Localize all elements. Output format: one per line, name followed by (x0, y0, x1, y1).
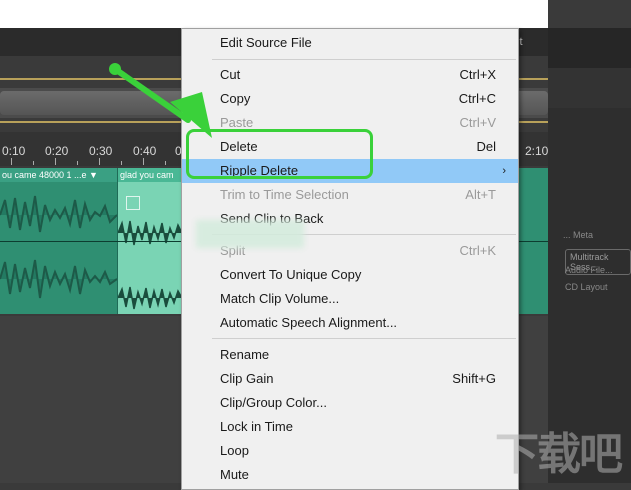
panel-item: ... Meta (563, 230, 594, 240)
menu-shortcut: Shift+G (452, 371, 496, 386)
menu-item-rename[interactable]: Rename (182, 343, 518, 367)
watermark-logo: 下载吧 (495, 430, 623, 479)
menu-shortcut: Del (476, 139, 496, 154)
submenu-arrow-icon: › (502, 165, 506, 177)
menu-item-mute[interactable]: Mute (182, 463, 518, 487)
ruler-tick: 0:10 (2, 144, 26, 158)
menu-item-loop[interactable]: Loop (182, 439, 518, 463)
menu-item-edit-source-file[interactable]: Edit Source File (182, 31, 518, 55)
panel-item-audio-file[interactable]: Audio File... (565, 265, 613, 275)
context-menu: Edit Source File Cut Ctrl+X Copy Ctrl+C Pa… (181, 28, 519, 490)
menu-label: Cut (220, 67, 241, 82)
clip-title: glad you cam (118, 168, 182, 182)
menu-label: Copy (220, 91, 251, 106)
menu-item-lock-in-time[interactable]: Lock in Time (182, 415, 518, 439)
top-white-area (0, 0, 548, 28)
right-panel (548, 0, 631, 483)
menu-item-trim-to-time-selection[interactable]: Trim to Time Selection Alt+T (182, 183, 518, 207)
menu-label: Edit Source File (220, 35, 312, 50)
menu-separator (212, 338, 516, 339)
menu-item-match-clip-volume[interactable]: Match Clip Volume... (182, 287, 518, 311)
menu-item-convert-to-unique-copy[interactable]: Convert To Unique Copy (182, 263, 518, 287)
menu-item-copy[interactable]: Copy Ctrl+C (182, 87, 518, 111)
ruler-tick: 2:10 (525, 144, 549, 158)
menu-label: Trim to Time Selection (220, 187, 349, 202)
menu-label: Clip Gain (220, 371, 274, 386)
menu-label: Clip/Group Color... (220, 395, 327, 410)
menu-shortcut: Ctrl+V (459, 115, 496, 130)
waveform (0, 195, 117, 233)
menu-label: Loop (220, 443, 249, 458)
menu-item-cut[interactable]: Cut Ctrl+X (182, 63, 518, 87)
menu-label: Rename (220, 347, 270, 362)
annotation-arrow-icon (109, 63, 212, 138)
menu-label: Automatic Speech Alignment... (220, 315, 398, 330)
menu-item-clip-group-color[interactable]: Clip/Group Color... (182, 391, 518, 415)
menu-item-automatic-speech-alignment[interactable]: Automatic Speech Alignment... (182, 311, 518, 335)
waveform (118, 220, 182, 246)
waveform (0, 259, 117, 299)
menu-label: Match Clip Volume... (220, 291, 340, 306)
menu-separator (212, 59, 516, 60)
clip-fade-handle[interactable] (126, 196, 140, 210)
menu-label: Lock in Time (220, 419, 293, 434)
menu-item-clip-gain[interactable]: Clip Gain Shift+G (182, 367, 518, 391)
clip-title: ou came 48000 1 ...e ▼ (0, 168, 117, 182)
blur-overlay (196, 220, 304, 248)
menu-label: Mute (220, 467, 249, 482)
menu-shortcut: Alt+T (465, 187, 496, 202)
menu-shortcut: Ctrl+K (459, 243, 496, 258)
ruler-tick: 0:20 (45, 144, 69, 158)
panel-item-cd-layout[interactable]: CD Layout (565, 282, 608, 292)
menu-shortcut: Ctrl+C (458, 91, 496, 106)
menu-shortcut: Ctrl+X (459, 67, 496, 82)
menu-label: Convert To Unique Copy (220, 267, 362, 282)
